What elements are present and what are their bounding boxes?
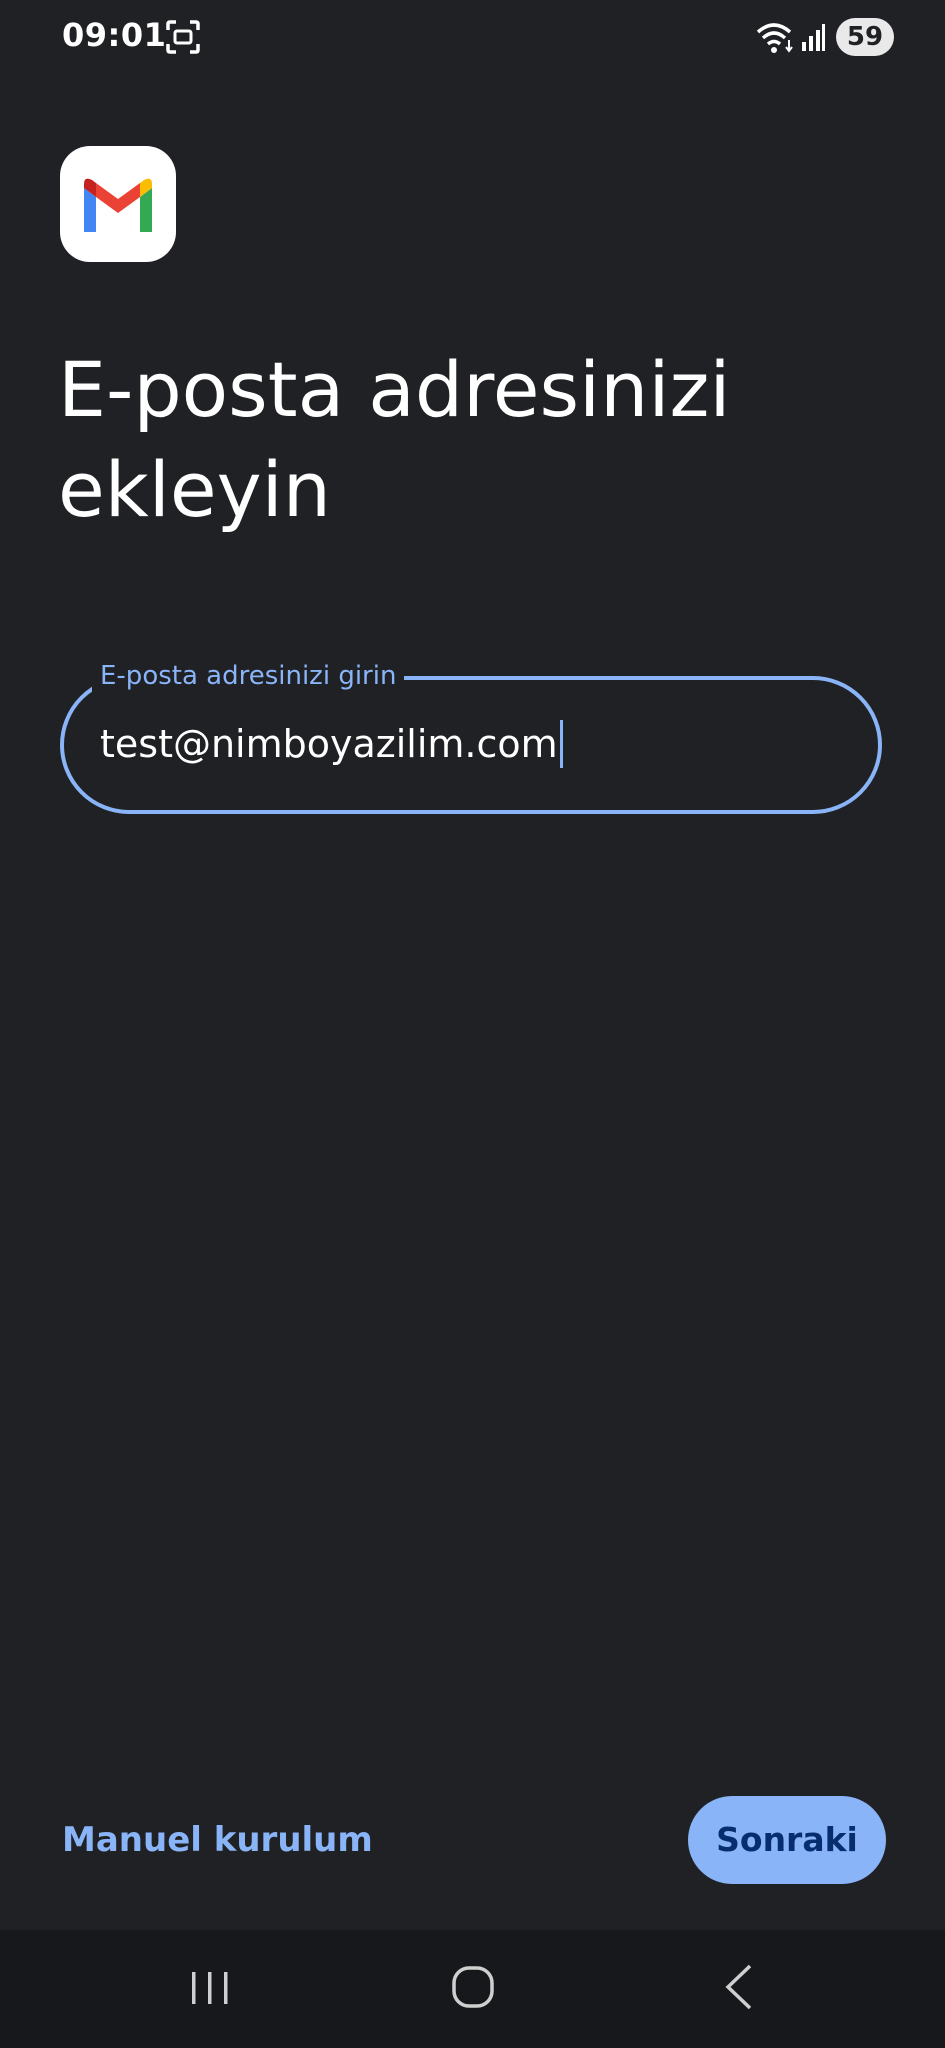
recents-icon[interactable] bbox=[188, 1968, 232, 2008]
email-input-value: test@nimboyazilim.com bbox=[100, 722, 558, 766]
battery-indicator: 59 bbox=[836, 18, 894, 56]
text-cursor bbox=[559, 719, 563, 768]
email-field-label: E-posta adresinizi girin bbox=[92, 656, 405, 696]
wifi-icon bbox=[756, 23, 793, 53]
page-title: E-posta adresinizi ekleyin bbox=[58, 345, 731, 534]
signal-icon bbox=[802, 24, 825, 51]
screen-capture-icon bbox=[166, 20, 200, 54]
email-field[interactable]: E-posta adresinizi girin test@nimboyazil… bbox=[60, 656, 882, 814]
navigation-bar bbox=[0, 1930, 945, 2048]
gmail-logo-icon bbox=[60, 146, 176, 262]
home-icon[interactable] bbox=[450, 1964, 496, 2010]
status-time: 09:01 bbox=[62, 16, 167, 54]
status-bar: 09:01 59 bbox=[0, 0, 945, 76]
next-button[interactable]: Sonraki bbox=[688, 1796, 886, 1884]
manual-setup-link[interactable]: Manuel kurulum bbox=[62, 1818, 373, 1862]
email-input[interactable]: test@nimboyazilim.com bbox=[100, 718, 563, 770]
back-icon[interactable] bbox=[720, 1962, 756, 2012]
